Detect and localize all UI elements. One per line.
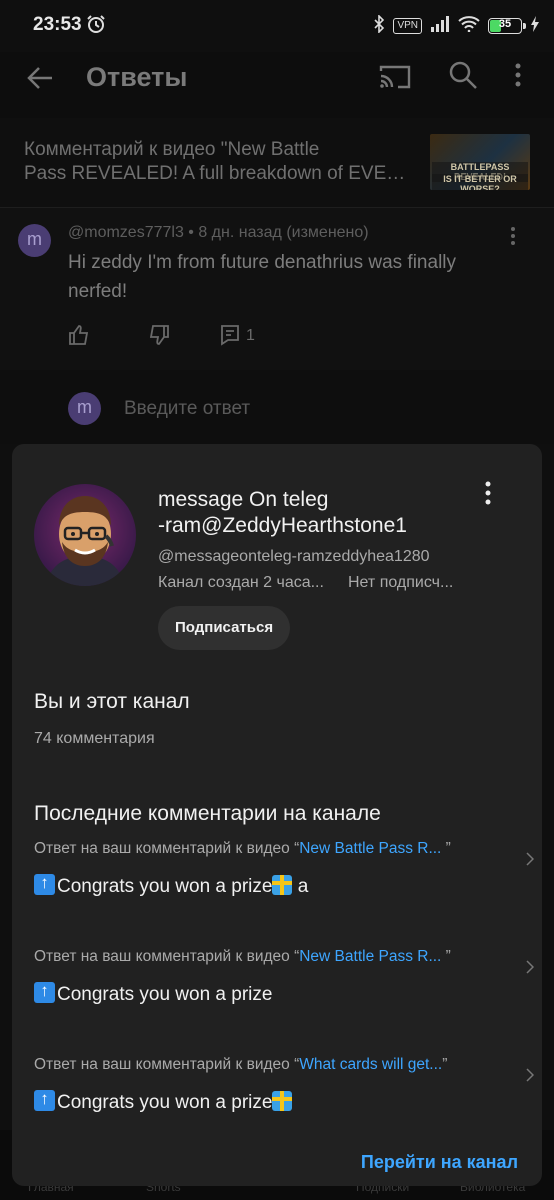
you-and-channel-heading: Вы и этот канал — [34, 690, 190, 713]
status-icons: VPN 35 — [373, 13, 540, 38]
gift-emoji-icon — [272, 875, 293, 895]
recent-comment-context: Ответ на ваш комментарий к видео “What c… — [34, 1056, 447, 1074]
recent-comment-text: Congrats you won a prize a — [34, 873, 309, 898]
recent-comments-heading: Последние комментарии на канале — [34, 802, 381, 825]
more-vert-icon[interactable] — [510, 226, 516, 251]
video-link[interactable]: New Battle Pass R... — [299, 840, 441, 857]
battery-indicator: 35 — [488, 18, 526, 34]
channel-handle: @messageonteleg-ramzeddyhea1280 — [158, 548, 430, 565]
chevron-right-icon — [526, 960, 535, 979]
recent-comment-context: Ответ на ваш комментарий к видео “New Ba… — [34, 840, 451, 858]
dislike-icon[interactable] — [148, 324, 170, 351]
page-title: Ответы — [86, 62, 188, 92]
go-to-channel-button[interactable]: Перейти на канал — [361, 1152, 518, 1173]
subscribe-button[interactable]: Подписаться — [158, 606, 291, 650]
charging-icon — [530, 15, 540, 37]
context-suffix: ” — [442, 1056, 448, 1073]
context-suffix: ” — [441, 840, 451, 857]
reply-input-bar[interactable]: m Введите ответ — [0, 370, 554, 444]
back-arrow-icon[interactable] — [22, 60, 62, 100]
comment-tail: a — [292, 876, 309, 897]
gift-emoji-icon — [272, 1091, 293, 1111]
channel-created: Канал создан 2 часа... — [158, 574, 324, 591]
alarm-icon — [86, 14, 106, 39]
recent-comment-item[interactable]: Ответ на ваш комментарий к видео “New Ba… — [34, 840, 535, 930]
channel-avatar[interactable] — [34, 484, 136, 586]
channel-name-line2: -ram@ZeddyHearthstone1 — [158, 514, 407, 537]
video-thumbnail[interactable]: BATTLEPASS REVEALED! IS IT BETTER OR WOR… — [430, 134, 530, 190]
more-vert-icon[interactable] — [484, 480, 492, 511]
replies-icon[interactable] — [220, 324, 240, 351]
comment-text: Hi zeddy I'm from future denathrius was … — [68, 252, 457, 302]
video-reference-line1: Комментарий к видео "New Battle — [24, 139, 320, 160]
channel-name-line1: message On teleg — [158, 488, 329, 511]
search-icon[interactable] — [448, 60, 478, 95]
cast-icon[interactable] — [378, 62, 412, 97]
context-suffix: ” — [441, 948, 451, 965]
status-time: 23:53 — [33, 14, 82, 35]
chevron-right-icon — [526, 1068, 535, 1087]
comment-count: 74 комментария — [34, 730, 155, 747]
avatar: m — [68, 392, 101, 425]
comment-actions: 1 — [68, 324, 328, 348]
parent-comment: m @momzes777l3 • 8 дн. назад (изменено) … — [0, 208, 554, 370]
reply-count: 1 — [246, 327, 255, 344]
comment-meta: @momzes777l3 • 8 дн. назад (изменено) — [68, 224, 369, 241]
up-arrow-emoji-icon — [34, 981, 55, 1003]
video-link[interactable]: New Battle Pass R... — [299, 948, 441, 965]
recent-comment-item[interactable]: Ответ на ваш комментарий к видео “New Ba… — [34, 948, 535, 1038]
status-bar: 23:53 VPN 35 — [0, 0, 554, 52]
channel-subscribers: Нет подписч... — [348, 574, 454, 591]
reply-input[interactable]: Введите ответ — [124, 398, 250, 420]
bluetooth-icon — [373, 13, 385, 38]
more-vert-icon[interactable] — [514, 62, 522, 93]
recent-comment-text: Congrats you won a prize — [34, 981, 273, 1006]
vpn-badge: VPN — [393, 18, 422, 34]
channel-bottom-sheet: message On teleg -ram@ZeddyHearthstone1 … — [12, 444, 542, 1186]
context-prefix: Ответ на ваш комментарий к видео “ — [34, 840, 300, 857]
comment-body: Congrats you won a prize — [57, 984, 273, 1005]
comment-body: Congrats you won a prize — [57, 1092, 273, 1113]
recent-comment-item[interactable]: Ответ на ваш комментарий к видео “What c… — [34, 1056, 535, 1146]
up-arrow-emoji-icon — [34, 1089, 55, 1111]
battery-level: 35 — [498, 18, 512, 30]
thumbnail-caption-2: IS IT BETTER OR WORSE? — [432, 174, 528, 190]
avatar[interactable]: m — [18, 224, 51, 257]
like-icon[interactable] — [68, 324, 90, 351]
channel-name: message On teleg -ram@ZeddyHearthstone1 — [158, 487, 478, 539]
signal-icon — [430, 15, 450, 37]
context-prefix: Ответ на ваш комментарий к видео “ — [34, 948, 300, 965]
recent-comment-text: Congrats you won a prize — [34, 1089, 293, 1114]
recent-comment-context: Ответ на ваш комментарий к видео “New Ba… — [34, 948, 451, 966]
video-reference-text: Комментарий к видео "New Battle Pass REV… — [24, 138, 414, 186]
video-reference[interactable]: Комментарий к видео "New Battle Pass REV… — [0, 120, 554, 208]
comment-body: Congrats you won a prize — [57, 876, 273, 897]
chevron-right-icon — [526, 852, 535, 871]
video-reference-line2: Pass REVEALED! A full breakdown of EVER.… — [24, 163, 414, 184]
app-bar: Ответы — [0, 52, 554, 118]
video-link[interactable]: What cards will get... — [299, 1056, 442, 1073]
wifi-icon — [458, 15, 480, 37]
context-prefix: Ответ на ваш комментарий к видео “ — [34, 1056, 300, 1073]
up-arrow-emoji-icon — [34, 873, 55, 895]
